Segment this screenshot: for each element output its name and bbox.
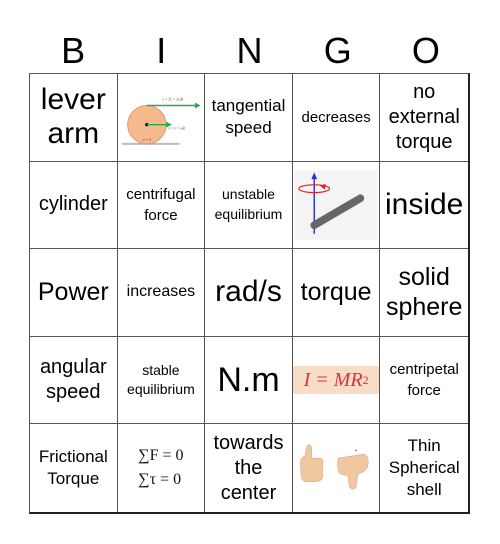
bingo-header: B I N G O [29, 28, 470, 73]
bingo-cell[interactable]: unstable equilibrium [205, 161, 293, 250]
bingo-cell[interactable]: torque [292, 249, 381, 337]
header-letter-b: B [61, 30, 86, 71]
svg-text:v = 0: v = 0 [143, 138, 151, 142]
bingo-cell[interactable]: centripetal force [380, 337, 468, 425]
bingo-cell[interactable]: I = MR 2 [292, 336, 381, 425]
bingo-cell[interactable]: tangential speed [205, 74, 293, 162]
bingo-cell[interactable]: rad/s [205, 249, 293, 337]
cell-text: towards the center [213, 431, 284, 504]
header-letter-o: O [411, 30, 440, 71]
header-letter-i: I [156, 30, 167, 71]
header-letter-n: N [236, 30, 263, 71]
svg-text:v = 2v = 2ωR: v = 2v = 2ωR [162, 98, 183, 102]
cell-text: angular speed [39, 356, 107, 404]
cell-text: tangential speed [211, 96, 286, 138]
cell-text: decreases [301, 108, 371, 126]
bingo-cell[interactable]: lever arm [30, 74, 118, 162]
cell-text: N.m [217, 360, 280, 399]
bingo-cell[interactable]: inside [380, 162, 468, 250]
cell-text: centrifugal force [126, 185, 196, 224]
moment-of-inertia-formula: I = MR 2 [292, 366, 380, 395]
bingo-cell[interactable]: Frictional Torque [30, 424, 118, 512]
cell-text: rad/s [215, 275, 282, 309]
header-letter-g: G [323, 30, 352, 71]
cell-text: lever arm [40, 82, 106, 151]
bingo-cell[interactable]: ∑F = 0 ∑τ = 0 [118, 424, 206, 512]
bingo-cell[interactable]: decreases [292, 74, 381, 162]
cell-text: solid sphere [385, 263, 463, 322]
cell-text: torque [300, 278, 372, 307]
bingo-cell[interactable]: stable equilibrium [117, 336, 206, 425]
cell-text: Thin Spherical shell [388, 436, 460, 500]
bingo-cell[interactable] [293, 424, 381, 512]
cell-text: unstable equilibrium [214, 186, 283, 222]
thumbs-up-down-icon [299, 444, 369, 490]
cell-text: increases [126, 283, 196, 301]
bingo-cell[interactable]: Power [30, 249, 118, 337]
rotating-rod-icon [294, 170, 378, 240]
cell-text: Power [37, 278, 109, 307]
bingo-cell[interactable]: towards the center [205, 424, 293, 512]
bingo-cell[interactable]: N.m [205, 336, 293, 425]
bingo-cell[interactable]: angular speed [30, 336, 118, 425]
bingo-grid: lever arm v = 2v = 2ωR v = v = ωR v = 0 … [29, 73, 470, 514]
cell-text: no external torque [388, 80, 460, 153]
cell-text: centripetal force [389, 361, 459, 400]
bingo-cell[interactable]: Thin Spherical shell [380, 424, 468, 512]
cell-text: inside [384, 187, 464, 221]
equilibrium-formula: ∑F = 0 ∑τ = 0 [138, 447, 184, 489]
svg-text:v = v = ωR: v = v = ωR [168, 127, 185, 131]
cell-text: Frictional Torque [38, 447, 108, 489]
rolling-disk-icon: v = 2v = 2ωR v = v = ωR v = 0 [121, 98, 201, 146]
bingo-cell[interactable]: centrifugal force [117, 161, 206, 250]
bingo-cell[interactable]: no external torque [380, 74, 468, 162]
bingo-cell[interactable] [292, 161, 381, 250]
cell-text: cylinder [38, 193, 108, 216]
bingo-cell[interactable]: increases [117, 249, 206, 337]
cell-text: stable equilibrium [127, 361, 195, 398]
bingo-cell[interactable]: cylinder [30, 161, 118, 250]
bingo-cell[interactable]: solid sphere [380, 249, 468, 337]
bingo-cell[interactable]: v = 2v = 2ωR v = v = ωR v = 0 [117, 74, 206, 162]
